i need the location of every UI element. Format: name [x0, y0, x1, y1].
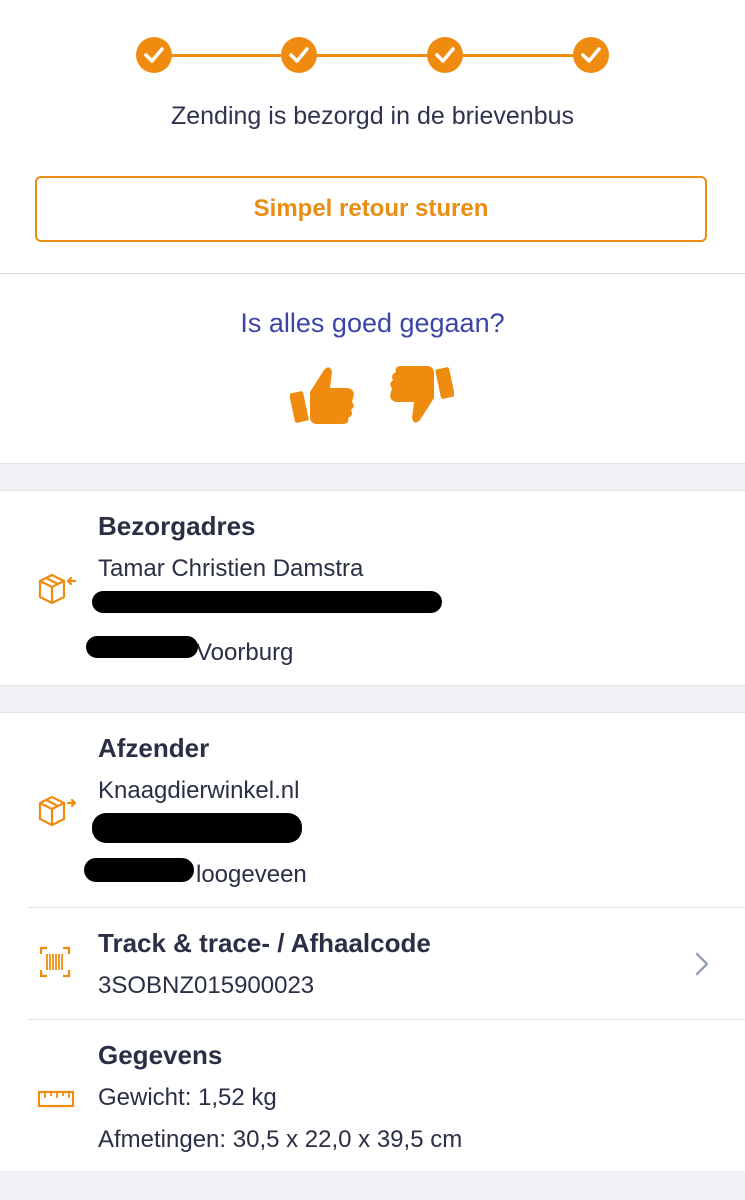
redacted-postcode: [86, 636, 198, 658]
feedback-section: Is alles goed gegaan?: [0, 274, 745, 463]
tracking-row[interactable]: Track & trace- / Afhaalcode 3SOBNZ015900…: [0, 908, 745, 1018]
status-section: Zending is bezorgd in de brievenbus Simp…: [0, 0, 745, 273]
chevron-right-icon: [695, 952, 709, 981]
delivery-city: Voorburg: [196, 639, 294, 666]
details-weight: Gewicht: 1,52 kg: [98, 1084, 277, 1111]
tracking-code: 3SOBNZ015900023: [98, 972, 315, 999]
progress-line: [154, 54, 592, 57]
ruler-icon: [37, 1086, 77, 1122]
status-text: Zending is bezorgd in de brievenbus: [170, 102, 575, 130]
step-3-check-icon: [427, 37, 463, 73]
delivery-address-card: Bezorgadres Tamar Christien Damstra Voor…: [0, 491, 745, 685]
thumbs-down-icon[interactable]: [386, 362, 455, 428]
step-2-check-icon: [281, 37, 317, 73]
barcode-icon: [37, 944, 77, 980]
sender-title: Afzender: [98, 733, 210, 763]
step-1-check-icon: [136, 37, 172, 73]
details-title: Gegevens: [98, 1040, 223, 1070]
details-row: Gegevens Gewicht: 1,52 kg Afmetingen: 30…: [0, 1020, 745, 1170]
sender-city: loogeveen: [196, 861, 307, 888]
thumbs-up-icon[interactable]: [289, 362, 358, 428]
sender-name: Knaagdierwinkel.nl: [98, 777, 300, 804]
details-dimensions: Afmetingen: 30,5 x 22,0 x 39,5 cm: [98, 1126, 463, 1153]
delivery-name: Tamar Christien Damstra: [98, 555, 364, 582]
progress-steps: [0, 36, 745, 76]
tracking-title: Track & trace- / Afhaalcode: [98, 928, 431, 958]
package-in-icon: [37, 571, 77, 607]
feedback-question: Is alles goed gegaan?: [240, 308, 505, 338]
return-button[interactable]: Simpel retour sturen: [35, 176, 707, 242]
delivery-title: Bezorgadres: [98, 511, 256, 541]
package-out-icon: [37, 793, 77, 829]
section-gap: [0, 463, 745, 491]
shipment-info-card: Afzender Knaagdierwinkel.nl loogeveen Tr…: [0, 713, 745, 1171]
step-4-check-icon: [573, 37, 609, 73]
redacted-postcode: [84, 858, 194, 882]
redacted-street: [92, 591, 442, 613]
section-gap: [0, 685, 745, 713]
redacted-street: [92, 813, 302, 843]
